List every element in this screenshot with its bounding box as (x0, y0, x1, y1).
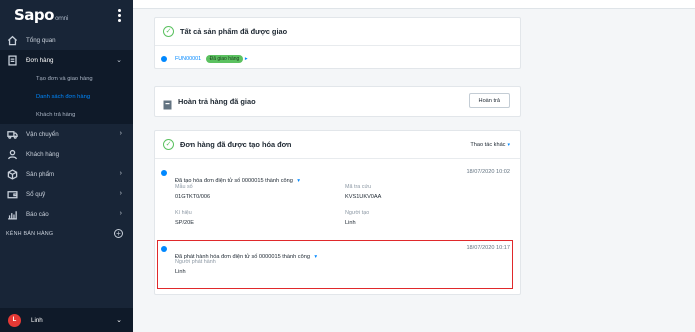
sidebar-item-reports[interactable]: Báo cáo › (0, 204, 133, 224)
logo-row: Sapoomni (0, 0, 133, 30)
return-card: Hoàn trả hàng đã giao Hoàn trả (154, 86, 521, 117)
status-badge: Đã giao hàng (205, 55, 244, 63)
field-value: KVS1UKV0AA (345, 194, 382, 200)
field-label: Người tạo (345, 210, 370, 216)
chevron-right-icon: › (119, 170, 122, 177)
chevron-down-icon: ⌄ (116, 57, 122, 64)
sidebar-item-cashbook[interactable]: Sổ quỹ › (0, 184, 133, 204)
user-icon (6, 148, 18, 160)
order-icon (6, 54, 18, 66)
truck-icon (6, 128, 18, 140)
invoice-card-header: ✓ Đơn hàng đã được tạo hóa đơn (155, 131, 520, 158)
logo[interactable]: Sapoomni (14, 6, 68, 24)
event-title: Đã tạo hóa đơn điện tử số 0000015 thành … (175, 178, 300, 184)
box-icon (6, 168, 18, 180)
more-menu-icon[interactable] (118, 9, 121, 22)
check-circle-icon: ✓ (163, 26, 174, 37)
user-menu[interactable]: L Linh ⌄ (0, 308, 133, 332)
chevron-down-icon: ⌄ (116, 317, 122, 324)
field-value: Linh (345, 220, 356, 226)
add-channel-icon[interactable]: + (114, 229, 123, 238)
caret-down-icon: ▾ (507, 142, 510, 148)
field-value: 01GTKT0/006 (175, 194, 211, 200)
return-button[interactable]: Hoàn trả (468, 93, 510, 108)
home-icon (6, 34, 18, 46)
sales-channels-heading: KÊNH BÁN HÀNG + (0, 224, 133, 244)
top-bar (133, 0, 695, 9)
sidebar: Sapoomni Tổng quan Đơn hàng ⌄ Tạo đơn và… (0, 0, 133, 332)
field-label: Kí hiệu (175, 210, 192, 216)
return-box-icon (163, 97, 172, 109)
sidebar-subitem-order-list[interactable]: Danh sách đơn hàng (0, 88, 133, 106)
user-name: Linh (31, 316, 43, 324)
field-label: Mã tra cứu (345, 184, 372, 190)
fulfillment-code-link[interactable]: FUN00001 (175, 56, 201, 62)
field-label: Mẫu số (175, 184, 193, 190)
timeline-dot (161, 170, 167, 176)
more-actions-dropdown[interactable]: Thao tác khác ▾ (470, 142, 510, 148)
chevron-right-icon: › (119, 210, 122, 217)
avatar: L (8, 313, 21, 327)
fulfillment-card: ✓ Tất cả sản phẩm đã được giao FUN00001 … (154, 17, 521, 69)
check-circle-icon: ✓ (163, 139, 174, 150)
sidebar-item-orders[interactable]: Đơn hàng ⌄ (0, 50, 133, 70)
sidebar-item-shipping[interactable]: Vận chuyển › (0, 124, 133, 144)
sidebar-item-products[interactable]: Sản phẩm › (0, 164, 133, 184)
sidebar-subitem-returns[interactable]: Khách trả hàng (0, 106, 133, 124)
timeline-dot (161, 56, 167, 62)
sidebar-subitem-create-order[interactable]: Tạo đơn và giao hàng (0, 70, 133, 88)
chevron-right-icon: › (119, 190, 122, 197)
fulfillment-row: FUN00001 Đã giao hàng ▸ (175, 55, 248, 63)
fulfillment-card-header: ✓ Tất cả sản phẩm đã được giao (155, 18, 520, 45)
caret-down-icon[interactable]: ▾ (297, 178, 300, 184)
highlight-box (157, 240, 513, 289)
event-time: 18/07/2020 10:02 (466, 169, 510, 175)
expand-arrow-icon[interactable]: ▸ (245, 56, 248, 62)
field-value: SP/20E (175, 220, 194, 226)
sidebar-item-customers[interactable]: Khách hàng (0, 144, 133, 164)
chevron-right-icon: › (119, 130, 122, 137)
sidebar-item-overview[interactable]: Tổng quan (0, 30, 133, 50)
chart-icon (6, 208, 18, 220)
wallet-icon (6, 188, 18, 200)
